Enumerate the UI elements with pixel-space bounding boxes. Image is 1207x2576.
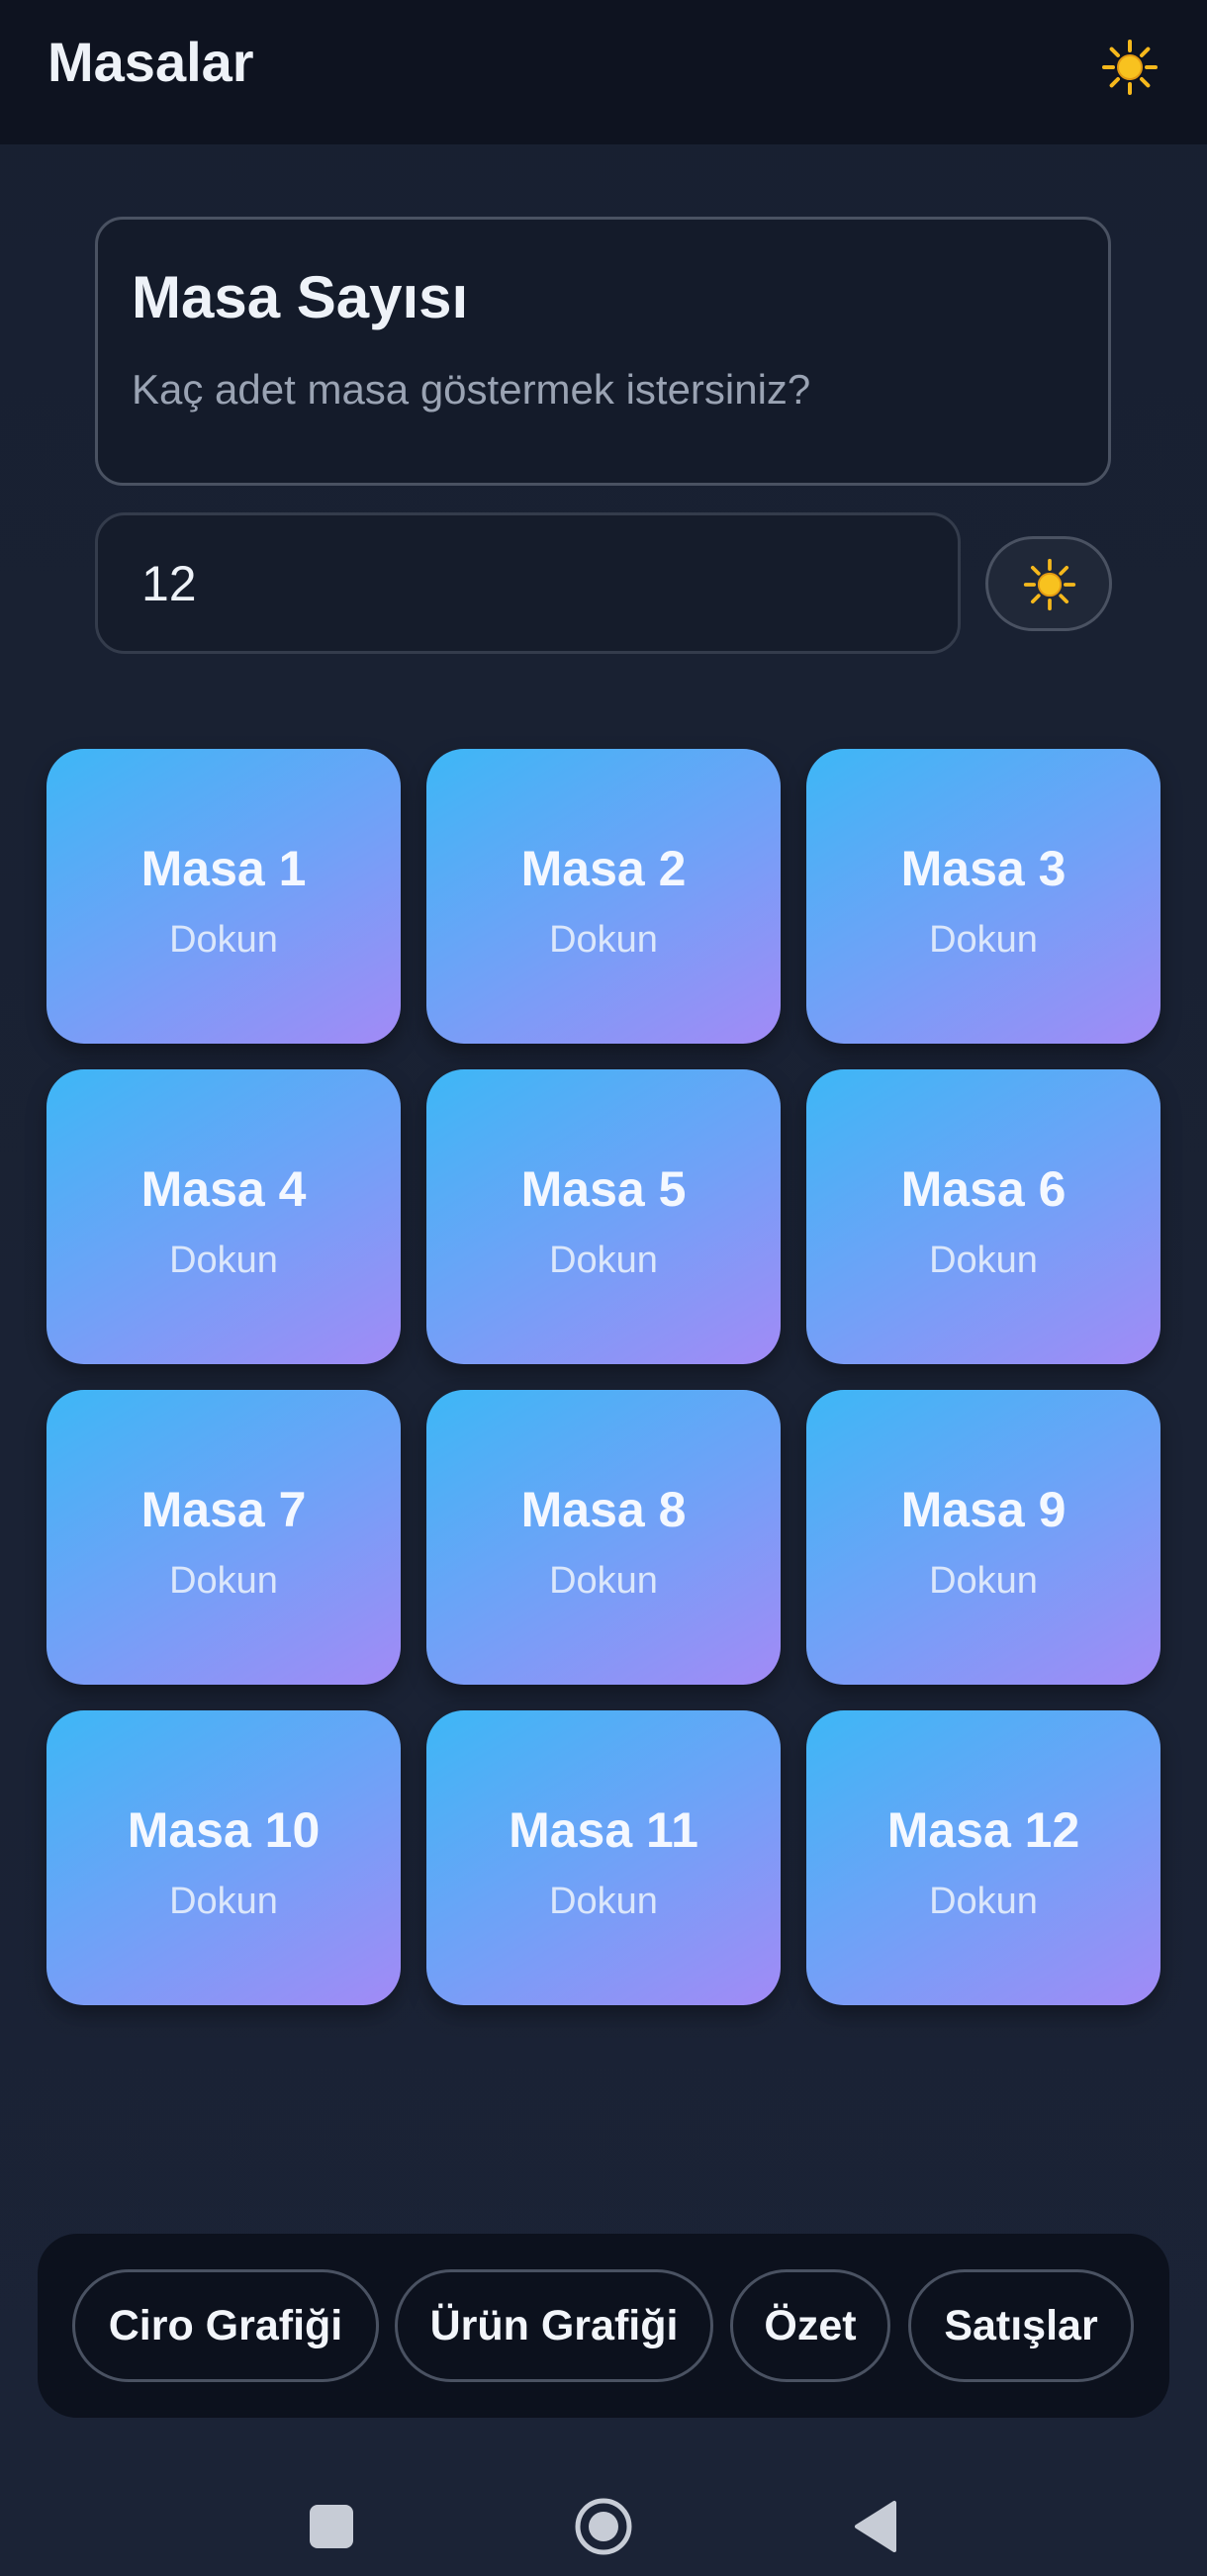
table-tile[interactable]: Masa 9 Dokun: [806, 1390, 1161, 1685]
table-hint: Dokun: [549, 1240, 658, 1281]
circle-home-icon[interactable]: [574, 2497, 633, 2556]
sales-button[interactable]: Satışlar: [908, 2269, 1134, 2382]
table-name: Masa 8: [520, 1482, 687, 1537]
triangle-back-icon[interactable]: [851, 2499, 898, 2554]
table-tile[interactable]: Masa 4 Dokun: [46, 1069, 401, 1364]
revenue-chart-button[interactable]: Ciro Grafiği: [72, 2269, 379, 2382]
table-count-card: Masa Sayısı Kaç adet masa göstermek iste…: [95, 217, 1111, 486]
table-count-input[interactable]: [95, 512, 961, 654]
table-hint: Dokun: [169, 919, 278, 961]
table-name: Masa 4: [140, 1161, 307, 1217]
table-grid: Masa 1 Dokun Masa 2 Dokun Masa 3 Dokun M…: [46, 749, 1161, 2005]
screen: Masalar Masa Sayısı Kaç adet masa göster…: [0, 0, 1207, 2576]
theme-toggle-button[interactable]: [985, 536, 1112, 631]
page-title: Masalar: [47, 31, 254, 93]
table-hint: Dokun: [549, 1560, 658, 1602]
table-hint: Dokun: [549, 1881, 658, 1922]
table-name: Masa 11: [509, 1802, 698, 1858]
table-name: Masa 10: [127, 1802, 321, 1858]
sun-icon[interactable]: [1100, 38, 1160, 97]
table-hint: Dokun: [929, 919, 1038, 961]
product-chart-button[interactable]: Ürün Grafiği: [395, 2269, 713, 2382]
table-hint: Dokun: [169, 1240, 278, 1281]
table-tile[interactable]: Masa 8 Dokun: [426, 1390, 781, 1685]
table-tile[interactable]: Masa 2 Dokun: [426, 749, 781, 1044]
table-tile[interactable]: Masa 6 Dokun: [806, 1069, 1161, 1364]
table-hint: Dokun: [929, 1560, 1038, 1602]
table-hint: Dokun: [929, 1881, 1038, 1922]
table-tile[interactable]: Masa 5 Dokun: [426, 1069, 781, 1364]
table-tile[interactable]: Masa 10 Dokun: [46, 1710, 401, 2005]
table-name: Masa 12: [886, 1802, 1080, 1858]
system-nav-bar: [0, 2443, 1207, 2576]
table-name: Masa 2: [520, 841, 687, 896]
table-hint: Dokun: [169, 1560, 278, 1602]
table-hint: Dokun: [929, 1240, 1038, 1281]
table-name: Masa 1: [140, 841, 307, 896]
table-hint: Dokun: [549, 919, 658, 961]
table-name: Masa 3: [900, 841, 1067, 896]
sun-icon: [1023, 558, 1076, 611]
table-tile[interactable]: Masa 3 Dokun: [806, 749, 1161, 1044]
table-name: Masa 9: [900, 1482, 1067, 1537]
table-hint: Dokun: [169, 1881, 278, 1922]
app-bar: Masalar: [0, 0, 1207, 144]
table-name: Masa 7: [140, 1482, 307, 1537]
card-title: Masa Sayısı: [132, 264, 469, 330]
bottom-nav: Ciro Grafiği Ürün Grafiği Özet Satışlar: [38, 2234, 1169, 2418]
card-subtitle: Kaç adet masa göstermek istersiniz?: [132, 366, 811, 413]
table-tile[interactable]: Masa 7 Dokun: [46, 1390, 401, 1685]
table-tile[interactable]: Masa 12 Dokun: [806, 1710, 1161, 2005]
summary-button[interactable]: Özet: [730, 2269, 890, 2382]
square-icon[interactable]: [310, 2505, 353, 2548]
table-tile[interactable]: Masa 11 Dokun: [426, 1710, 781, 2005]
table-name: Masa 5: [520, 1161, 687, 1217]
table-tile[interactable]: Masa 1 Dokun: [46, 749, 401, 1044]
table-name: Masa 6: [900, 1161, 1067, 1217]
